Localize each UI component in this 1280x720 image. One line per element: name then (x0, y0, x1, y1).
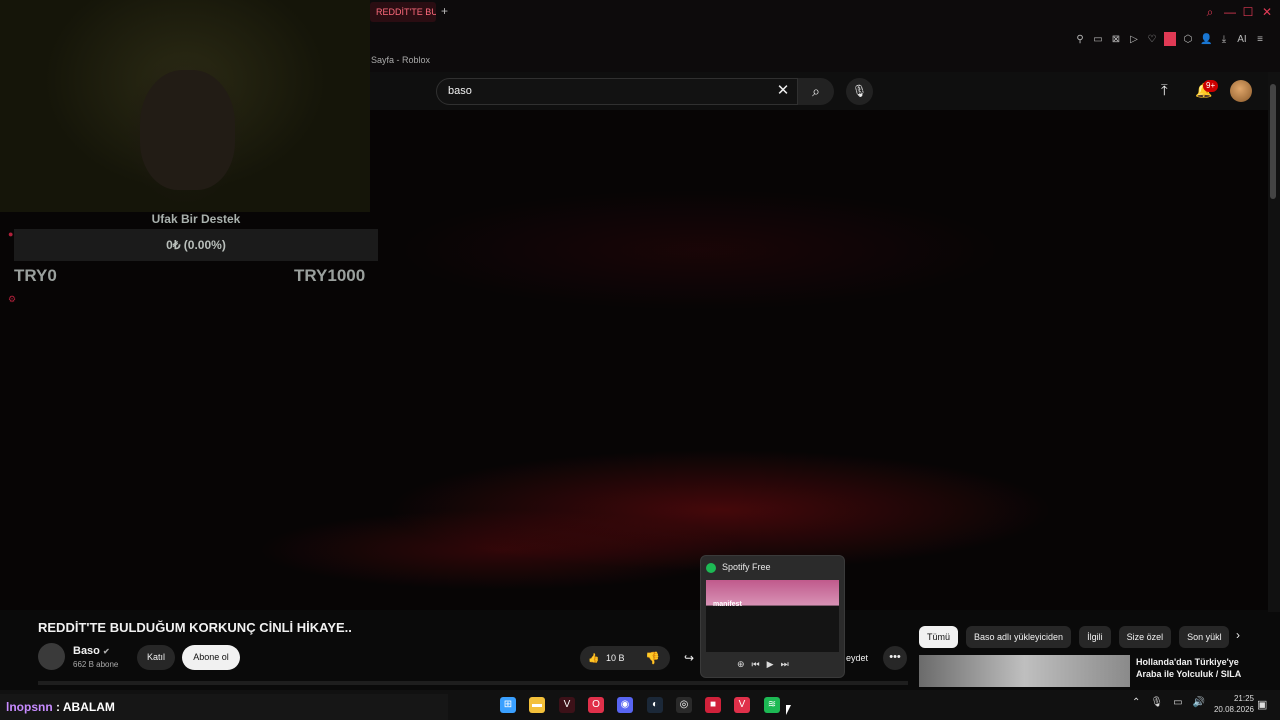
video-title: REDDİT'TE BULDUĞUM KORKUNÇ CİNLİ HİKAYE.… (38, 620, 352, 635)
share-icon[interactable]: ↪ (684, 646, 694, 670)
extension-bar: ⚲ ▭ ⊠ ▷ ♡ ⬡ 👤 ⤓ AI ≡ (1074, 31, 1266, 47)
window-close-button[interactable]: ✕ (1259, 4, 1275, 20)
vivaldi-red-icon[interactable]: V (734, 697, 750, 713)
ai-icon[interactable]: AI (1236, 34, 1248, 45)
steam-icon[interactable]: ◐ (647, 697, 663, 713)
channel-name-text[interactable]: Baso (73, 645, 100, 657)
add-icon[interactable]: ⊕ (737, 659, 745, 670)
spotify-logo-icon (706, 563, 716, 573)
browser-tab-active[interactable]: REDDİT'TE BULDU (370, 2, 436, 22)
notification-badge: 9+ (1203, 80, 1219, 92)
recommendation-title-line2[interactable]: Araba ile Yolculuk / SILA (1136, 668, 1256, 680)
microphone-icon[interactable]: 🎙 (846, 78, 873, 105)
chip-for-you[interactable]: Size özel (1118, 626, 1172, 648)
shield-icon[interactable]: ⊠ (1110, 34, 1122, 45)
recommendation-title[interactable]: Hollanda'dan Türkiye'ye (1136, 656, 1256, 668)
window-search-icon[interactable]: ⌕ (1202, 4, 1218, 20)
account-avatar[interactable] (1230, 80, 1252, 102)
mouse-cursor (786, 705, 791, 715)
heart-icon[interactable]: ♡ (1146, 34, 1158, 45)
spotify-window-thumbnail[interactable] (706, 580, 839, 652)
subscriber-count: 662 B abone (73, 660, 119, 669)
search-input[interactable]: baso (436, 78, 798, 105)
dislike-icon[interactable]: 👎 (645, 646, 660, 670)
clock-date[interactable]: 20.08.2026 (1210, 705, 1254, 714)
toolbar-divider (1164, 32, 1176, 46)
donation-goal-title: Ufak Bir Destek (151, 212, 241, 226)
settings-icon: ⚙ (8, 294, 17, 304)
description-strip (38, 681, 908, 685)
chip-all[interactable]: Tümü (919, 626, 959, 648)
new-tab-button[interactable]: + (441, 4, 448, 18)
spotify-icon[interactable]: ≋ (764, 697, 780, 713)
chevron-right-icon[interactable]: › (1236, 628, 1240, 642)
chip-recent[interactable]: Son yükl (1179, 626, 1230, 648)
search-icon[interactable]: ⌕ (798, 78, 834, 105)
verified-icon: ✔ (102, 647, 110, 656)
spotify-preview-title: Spotify Free (722, 562, 771, 572)
download-icon[interactable]: ⤓ (1218, 34, 1230, 45)
more-actions-button[interactable]: ••• (883, 646, 907, 670)
windows-start-icon[interactable]: ⊞ (500, 697, 516, 713)
chat-message: lnopsnn : ABALAM (6, 700, 115, 714)
red-app-icon[interactable]: ■ (705, 697, 721, 713)
upload-icon[interactable]: ⤒ (1161, 82, 1168, 99)
opera-gx-icon[interactable]: O (588, 697, 604, 713)
channel-name[interactable]: Baso ✔ (73, 645, 110, 657)
screenshot-icon[interactable]: ▭ (1092, 34, 1104, 45)
bookmark-label[interactable]: Sayfa - Roblox (371, 55, 430, 65)
bookmark-icon[interactable]: ⚲ (1074, 34, 1086, 45)
menu-icon[interactable]: ≡ (1254, 34, 1266, 45)
scrollbar-thumb[interactable] (1270, 84, 1276, 199)
notification-center-icon[interactable]: ▣ (1257, 698, 1267, 711)
profile-icon[interactable]: 👤 (1200, 34, 1212, 45)
channel-avatar[interactable] (38, 643, 65, 670)
donation-max-label: TRY1000 (294, 266, 366, 285)
obs-icon[interactable]: ◎ (676, 697, 692, 713)
like-count: 10 B (606, 653, 625, 663)
play-icon[interactable]: ▶ (767, 659, 774, 670)
webcam-person (140, 70, 235, 190)
donation-min-label: TRY0 (14, 266, 57, 285)
tray-network-icon[interactable]: ▭ (1173, 697, 1182, 708)
vivaldi-icon[interactable]: V (559, 697, 575, 713)
join-button[interactable]: Katıl (137, 645, 175, 670)
tray-overflow-icon[interactable]: ⌃ (1132, 697, 1140, 708)
save-button[interactable]: eydet (846, 646, 868, 670)
clock-time[interactable]: 21:25 (1214, 694, 1254, 703)
subscribe-button[interactable]: Abone ol (182, 645, 240, 670)
sidebar-dot-icon: ● (8, 229, 14, 239)
chat-username: lnopsnn (6, 700, 53, 714)
donation-progress-text: 0₺ (0.00%) (166, 238, 226, 252)
clear-search-icon[interactable]: ✕ (772, 80, 794, 102)
extensions-icon[interactable]: ⬡ (1182, 34, 1194, 45)
recommendation-chips: Tümü Baso adlı yükleyiciden İlgili Size … (919, 626, 1230, 648)
window-minimize-button[interactable]: — (1222, 4, 1238, 20)
file-explorer-icon[interactable]: ▬ (529, 697, 545, 713)
player-icon[interactable]: ▷ (1128, 34, 1140, 45)
chip-from-uploader[interactable]: Baso adlı yükleyiciden (966, 626, 1072, 648)
chip-related[interactable]: İlgili (1079, 626, 1111, 648)
next-track-icon[interactable]: ⏭ (781, 659, 789, 670)
previous-track-icon[interactable]: ⏮ (752, 659, 760, 670)
window-maximize-button[interactable]: ☐ (1240, 4, 1256, 20)
tray-volume-icon[interactable]: 🔊 (1193, 697, 1205, 708)
discord-icon[interactable]: ◉ (617, 697, 633, 713)
tray-microphone-icon[interactable]: 🎙 (1150, 697, 1163, 708)
spotify-media-controls: ⊕ ⏮ ▶ ⏭ (737, 659, 789, 670)
recommendation-thumbnail[interactable] (919, 655, 1130, 687)
spotify-thumbnail-text: manifest (713, 601, 742, 608)
system-tray: ⌃ 🎙 ▭ 🔊 (1132, 697, 1205, 708)
chat-text: : ABALAM (52, 700, 115, 714)
like-icon: 👍 (588, 653, 600, 663)
